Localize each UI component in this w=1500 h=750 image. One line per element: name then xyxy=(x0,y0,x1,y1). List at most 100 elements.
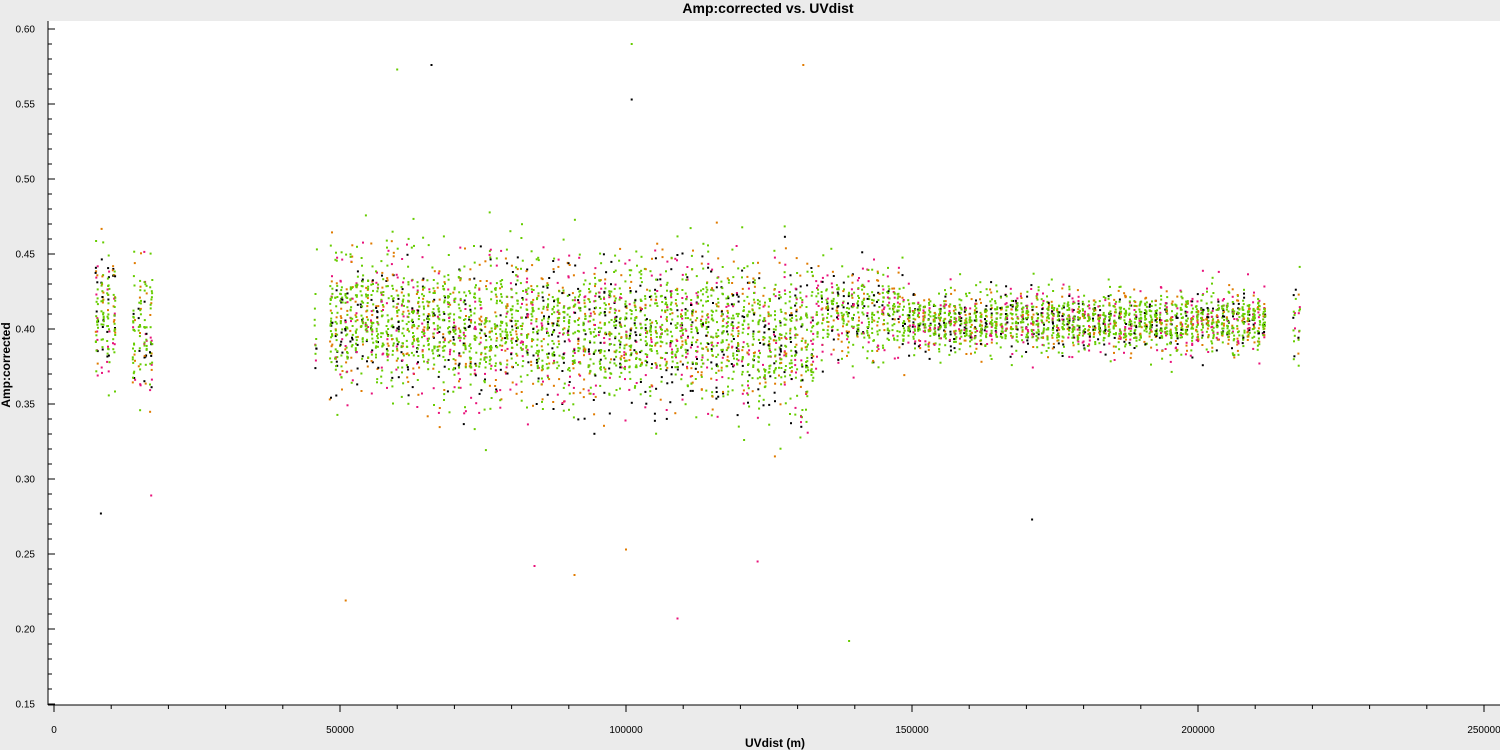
data-point xyxy=(341,388,343,391)
data-point xyxy=(573,361,576,364)
data-point xyxy=(717,329,720,332)
data-point xyxy=(742,310,745,312)
data-point xyxy=(589,386,592,389)
data-point xyxy=(788,291,791,294)
data-point xyxy=(674,412,677,415)
data-point xyxy=(520,391,523,393)
data-point xyxy=(532,404,534,407)
data-point xyxy=(431,266,434,269)
data-point xyxy=(649,330,652,333)
data-point xyxy=(402,294,405,297)
data-point xyxy=(330,361,333,364)
data-point xyxy=(659,326,662,329)
data-point xyxy=(1000,330,1003,333)
data-point xyxy=(964,313,967,316)
data-point xyxy=(857,294,860,297)
data-point xyxy=(1027,323,1029,326)
data-point xyxy=(423,307,425,310)
data-point xyxy=(871,318,874,321)
data-point xyxy=(881,344,884,347)
data-point xyxy=(541,324,544,327)
data-point xyxy=(800,425,803,428)
data-point xyxy=(671,348,673,351)
data-point xyxy=(701,255,704,258)
data-point xyxy=(551,307,554,310)
data-point xyxy=(985,330,988,333)
data-point xyxy=(397,294,400,297)
data-point xyxy=(604,331,607,334)
data-point xyxy=(794,413,797,416)
data-point xyxy=(1005,309,1008,312)
data-point xyxy=(519,282,522,285)
data-point xyxy=(101,282,103,285)
data-point xyxy=(422,294,425,297)
data-point xyxy=(676,254,679,256)
data-point xyxy=(789,306,792,309)
data-point xyxy=(1026,290,1029,293)
data-point xyxy=(438,407,441,409)
data-point xyxy=(443,393,446,396)
data-point xyxy=(789,341,792,343)
data-point xyxy=(1036,319,1039,322)
data-point xyxy=(934,324,937,327)
data-point xyxy=(837,361,840,364)
data-point xyxy=(1010,317,1013,320)
data-point xyxy=(390,379,393,382)
data-point xyxy=(386,314,389,317)
data-point xyxy=(436,332,439,334)
data-point xyxy=(546,353,548,356)
data-point xyxy=(634,299,637,302)
data-point xyxy=(628,359,631,362)
data-point xyxy=(457,386,460,389)
data-point xyxy=(686,266,689,268)
data-point xyxy=(475,351,478,354)
data-point xyxy=(779,348,782,351)
data-point xyxy=(735,245,738,247)
data-point xyxy=(784,263,787,266)
data-point xyxy=(557,364,560,367)
data-point xyxy=(365,316,368,319)
data-point xyxy=(578,256,581,259)
data-point xyxy=(742,327,745,330)
data-point xyxy=(705,291,708,294)
data-point xyxy=(960,335,963,338)
data-point xyxy=(390,295,393,298)
data-point xyxy=(366,330,369,333)
data-point xyxy=(341,258,344,261)
data-point xyxy=(480,320,483,323)
data-point xyxy=(478,392,481,395)
data-point xyxy=(370,360,373,362)
data-point xyxy=(537,292,540,295)
data-point xyxy=(151,279,154,281)
data-point xyxy=(970,338,973,341)
data-point xyxy=(402,327,405,330)
data-point xyxy=(949,333,952,336)
data-point xyxy=(633,324,636,327)
data-point xyxy=(774,382,777,385)
data-point xyxy=(741,226,744,229)
data-point xyxy=(551,354,554,357)
data-point xyxy=(149,326,152,329)
data-point xyxy=(380,291,383,294)
data-point xyxy=(853,291,856,294)
data-point xyxy=(918,324,921,327)
data-point xyxy=(540,383,543,386)
data-point xyxy=(810,368,813,371)
data-point xyxy=(649,270,652,273)
data-point xyxy=(643,314,646,317)
data-point xyxy=(619,324,622,327)
data-point xyxy=(877,344,880,347)
data-point xyxy=(468,318,471,321)
data-point xyxy=(722,353,725,356)
data-point xyxy=(722,330,725,333)
data-point xyxy=(635,290,638,293)
data-point xyxy=(700,375,703,378)
data-point xyxy=(603,323,606,326)
data-point xyxy=(655,295,658,298)
data-point xyxy=(710,314,713,317)
data-point xyxy=(715,386,718,389)
data-point xyxy=(953,347,956,350)
data-point xyxy=(402,281,405,284)
data-point xyxy=(525,345,528,347)
data-point xyxy=(659,278,662,281)
